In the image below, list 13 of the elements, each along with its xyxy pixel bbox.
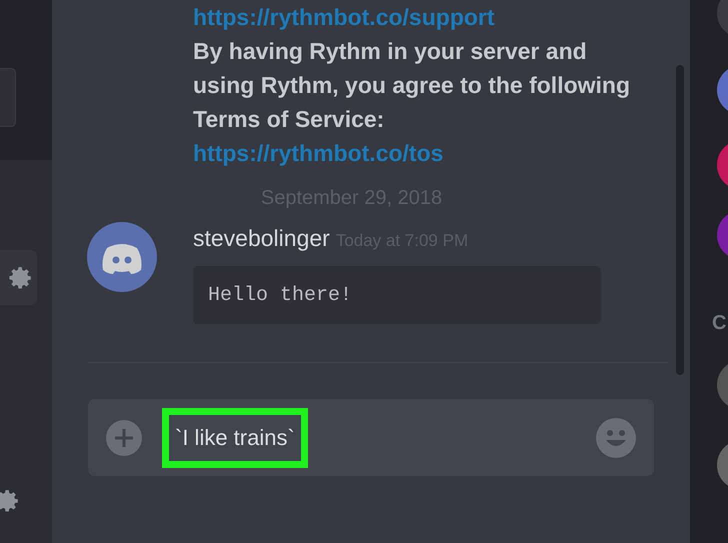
- settings-button[interactable]: [0, 250, 37, 305]
- code-block: Hello there!: [193, 266, 601, 324]
- settings-icon[interactable]: [0, 489, 20, 513]
- terms-notice: By having Rythm in your server and using Rythm, you agree to the following Terms of Service:: [193, 37, 632, 134]
- scrollbar[interactable]: [676, 65, 684, 375]
- username[interactable]: stevebolinger: [193, 225, 330, 251]
- settings-icon: [9, 266, 33, 290]
- section-heading: C: [712, 312, 726, 335]
- smiley-icon[interactable]: [596, 418, 636, 458]
- avatar-icon[interactable]: [87, 222, 157, 292]
- sidebar-field[interactable]: [0, 68, 16, 127]
- add-icon[interactable]: [106, 420, 142, 456]
- message-input[interactable]: `I like trains`: [169, 414, 301, 460]
